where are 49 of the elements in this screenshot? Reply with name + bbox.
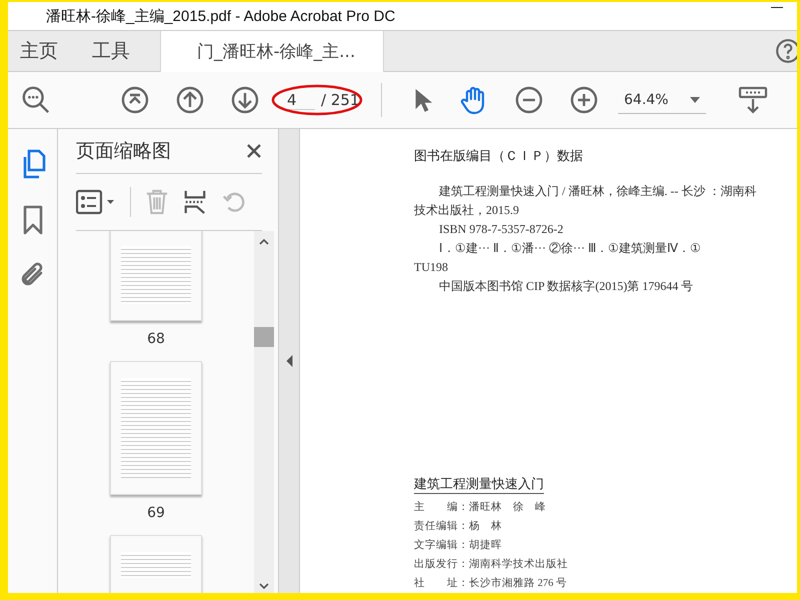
page-number-field[interactable]: 4 bbox=[287, 90, 315, 110]
help-icon[interactable] bbox=[775, 38, 797, 64]
page-count: / 251 bbox=[321, 91, 360, 109]
next-page-icon[interactable] bbox=[231, 86, 259, 114]
zoom-in-icon[interactable] bbox=[570, 86, 598, 114]
cip-text-line: Ⅰ．①建··· Ⅱ．①潘··· ②徐··· Ⅲ．①建筑测量Ⅳ．① bbox=[438, 240, 702, 257]
cip-text-line: 技术出版社，2015.9 bbox=[414, 202, 520, 219]
credit-value: 长沙市湘雅路 276 号 bbox=[469, 578, 567, 589]
credit-label: 社 址： bbox=[414, 578, 469, 589]
scrollbar[interactable] bbox=[254, 231, 274, 593]
scroll-thumb[interactable] bbox=[254, 327, 274, 347]
scroll-down-icon[interactable] bbox=[259, 583, 269, 589]
cip-text-line: 建筑工程测量快速入门 / 潘旺林，徐峰主编. -- 长沙 ：湖南科 bbox=[438, 183, 758, 200]
search-icon[interactable] bbox=[21, 85, 51, 115]
cip-text-line: 中国版本图书馆 CIP 数据核字(2015)第 179644 号 bbox=[438, 278, 694, 295]
keyboard-down-icon[interactable] bbox=[738, 85, 768, 115]
credit-label: 文字编辑： bbox=[414, 540, 469, 551]
close-icon[interactable] bbox=[246, 143, 262, 159]
credit-label: 出版发行： bbox=[414, 559, 469, 570]
credit-value: 胡捷晖 bbox=[469, 540, 502, 551]
page-thumbnail[interactable] bbox=[110, 535, 202, 593]
credit-value: 湖南科学技术出版社 bbox=[469, 559, 568, 570]
cip-text-line: ISBN 978-7-5357-8726-2 bbox=[438, 221, 564, 238]
page-number-label: 69 bbox=[147, 505, 165, 521]
credit-value: 潘旺林 徐 峰 bbox=[469, 502, 546, 513]
tab[interactable]: 工具 bbox=[82, 31, 140, 71]
page-number-label: 68 bbox=[147, 331, 165, 347]
credit-label: 主 编： bbox=[414, 502, 469, 513]
collapse-arrow-icon[interactable] bbox=[286, 355, 292, 367]
scroll-up-icon[interactable] bbox=[259, 239, 269, 245]
insert-pages-icon[interactable] bbox=[183, 188, 207, 216]
panel-title: 页面缩略图 bbox=[76, 139, 171, 164]
previous-page-icon[interactable] bbox=[176, 86, 204, 114]
bookmark-icon[interactable] bbox=[22, 205, 44, 235]
tab[interactable]: 主页 bbox=[10, 31, 68, 71]
zoom-out-icon[interactable] bbox=[515, 86, 543, 114]
credit-label: 责任编辑： bbox=[414, 521, 469, 532]
page-thumbnail[interactable] bbox=[110, 231, 202, 321]
book-title: 建筑工程测量快速入门 bbox=[414, 475, 544, 494]
window-title: 潘旺林-徐峰_主编_2015.pdf - Adobe Acrobat Pro DC bbox=[46, 6, 396, 26]
cip-text-line: TU198 bbox=[414, 259, 449, 276]
page-thumbnail[interactable] bbox=[110, 361, 202, 495]
cip-heading: 图书在版编目（ＣＩＰ）数据 bbox=[414, 147, 584, 165]
caret-icon bbox=[690, 96, 700, 102]
credit-value: 杨 林 bbox=[469, 521, 502, 532]
options-icon[interactable] bbox=[76, 189, 116, 215]
tab[interactable]: 门_潘旺林-徐峰_主... bbox=[160, 31, 384, 72]
first-page-icon[interactable] bbox=[121, 86, 149, 114]
zoom-dropdown[interactable]: 64.4% bbox=[618, 86, 706, 114]
